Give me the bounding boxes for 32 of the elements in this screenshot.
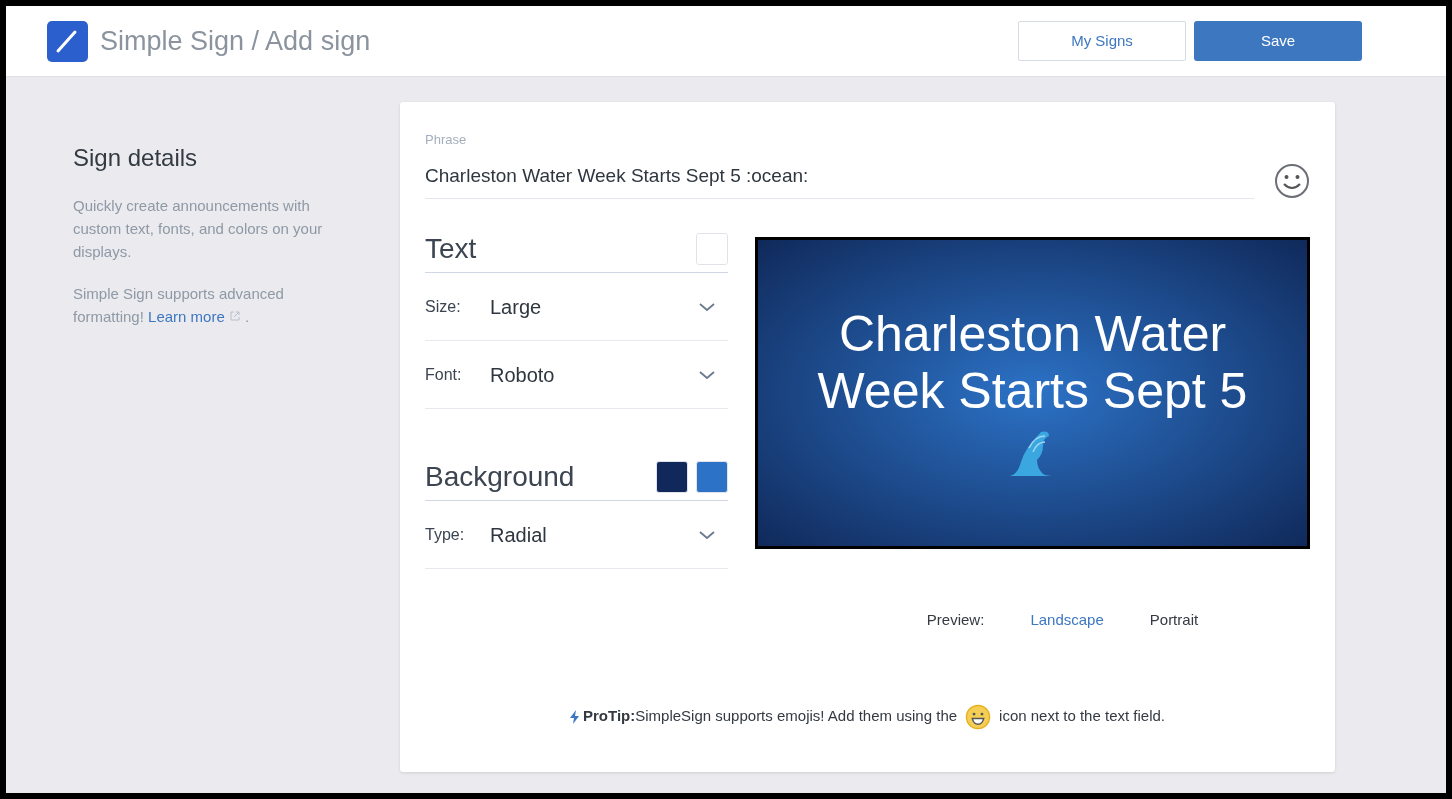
save-button[interactable]: Save: [1194, 21, 1362, 61]
orientation-tab[interactable]: Portrait: [1149, 609, 1199, 632]
preview-label: Preview:: [926, 610, 985, 630]
select-field[interactable]: Size: Large: [425, 273, 728, 341]
section-heading: Sign details: [73, 143, 199, 173]
description-text: Quickly create announcements with custom text, fonts, and colors on your displays.: [73, 196, 324, 262]
color-swatch[interactable]: [696, 460, 728, 493]
orientation-tab[interactable]: Landscape: [1030, 609, 1104, 632]
paintbrush-logo-icon: [47, 20, 88, 62]
field-label: Phrase: [425, 131, 467, 149]
external-link-icon: [228, 310, 241, 322]
lightning-icon: [570, 709, 579, 724]
page-title: Simple Sign / Add sign: [100, 24, 371, 58]
smiley-icon: [965, 703, 992, 730]
color-swatch[interactable]: [656, 460, 688, 493]
sign-text: Charleston Water Week Starts Sept 5: [816, 306, 1249, 420]
protip-text: ProTip:SimpleSign supports emojis! Add them using the: [583, 706, 958, 727]
select-field[interactable]: Font: Roboto: [425, 341, 728, 409]
section-title: Background: [425, 459, 575, 494]
chevron-down-icon: [698, 529, 716, 540]
protip-text: icon next to the text field.: [999, 706, 1165, 727]
select-field[interactable]: Type: Radial: [425, 501, 728, 569]
chevron-down-icon: [698, 301, 716, 312]
phrase-field[interactable]: Charleston Water Week Starts Sept 5 :ocean:: [425, 161, 1254, 199]
my-signs-button[interactable]: My Signs: [1018, 21, 1186, 61]
learn-more-link[interactable]: Learn more: [148, 308, 225, 325]
color-swatch[interactable]: [696, 232, 728, 265]
formatting-note: Simple Sign supports advanced formatting! Learn more .: [73, 284, 285, 327]
punctuation-text: .: [245, 308, 250, 325]
chevron-down-icon: [698, 369, 716, 380]
emoji-picker-icon[interactable]: [1274, 163, 1310, 199]
section-title: Text: [425, 231, 477, 266]
